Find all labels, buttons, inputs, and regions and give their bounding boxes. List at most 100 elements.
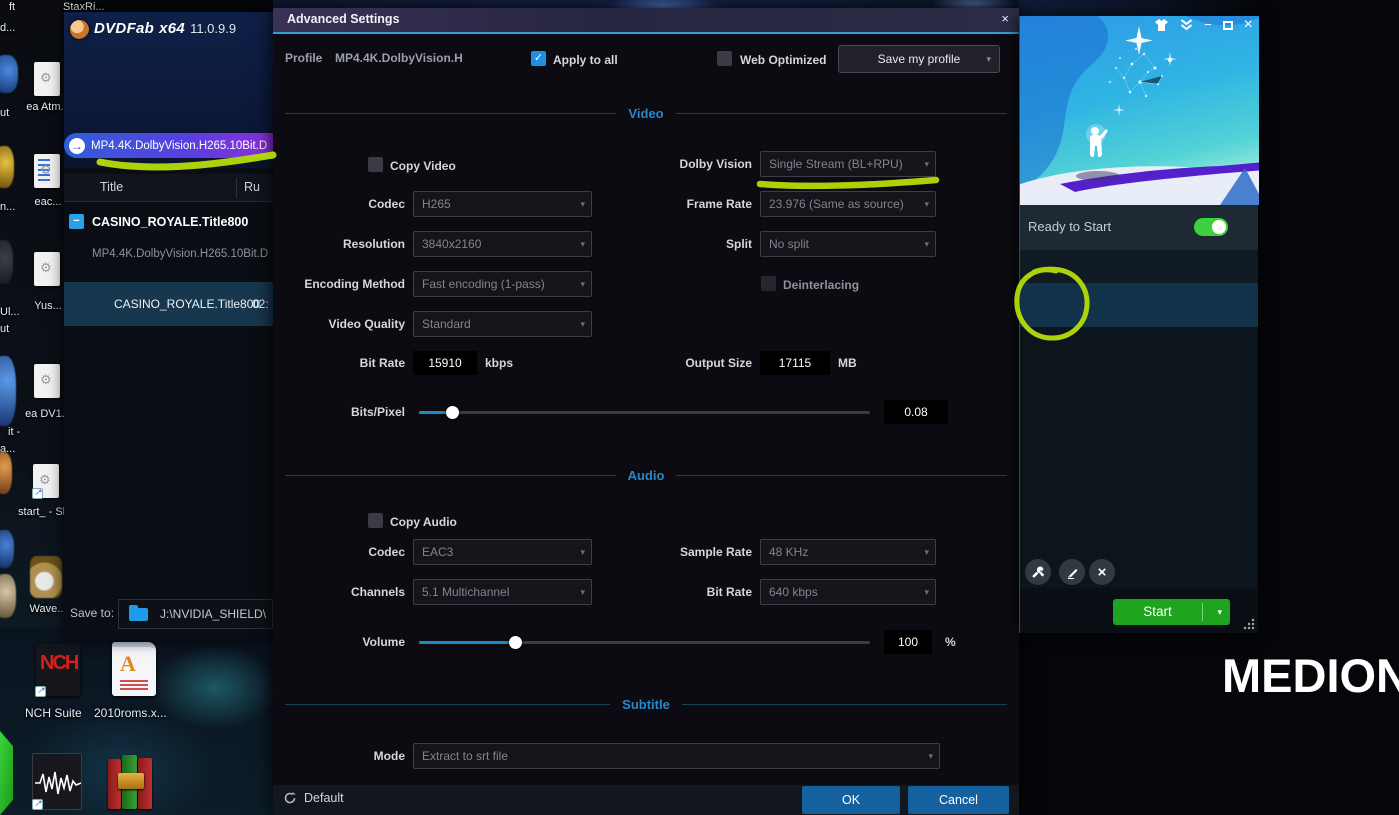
collapse-icon[interactable] xyxy=(1180,18,1193,32)
ok-button[interactable]: OK xyxy=(802,786,900,814)
medion-logo: MEDION xyxy=(1222,648,1399,703)
column-title[interactable]: Title xyxy=(100,180,123,194)
chevron-down-icon: ▾ xyxy=(928,744,933,768)
close-icon[interactable]: × xyxy=(1244,16,1253,36)
desktop-icon-label[interactable]: ut xyxy=(0,107,9,119)
desktop-icon-label[interactable]: n... xyxy=(0,201,15,213)
desktop-icon-label[interactable]: d... xyxy=(0,22,15,34)
desktop-icon-label[interactable]: 2010roms.x... xyxy=(94,706,167,720)
frame-rate-dropdown[interactable]: 23.976 (Same as source)▾ xyxy=(760,191,936,217)
column-runtime[interactable]: Ru xyxy=(244,180,260,194)
close-icon[interactable]: × xyxy=(1001,11,1009,26)
chevron-down-icon: ▾ xyxy=(924,152,929,176)
codec-dropdown[interactable]: H265▾ xyxy=(413,191,592,217)
folder-icon xyxy=(129,608,148,621)
edit-pencil-icon[interactable] xyxy=(1059,559,1085,585)
save-my-profile-button[interactable]: Save my profile ▾ xyxy=(838,45,1000,73)
title-group-row[interactable]: − CASINO_ROYALE.Title800 xyxy=(64,210,273,238)
sample-rate-dropdown[interactable]: 48 KHz▾ xyxy=(760,539,936,565)
desktop-icon[interactable] xyxy=(0,240,13,284)
copy-audio-checkbox[interactable] xyxy=(368,513,383,528)
desktop-icon[interactable] xyxy=(0,574,16,618)
web-optimized-checkbox[interactable] xyxy=(717,51,732,66)
bits-pixel-slider-thumb[interactable] xyxy=(446,406,459,419)
remove-x-icon[interactable]: × xyxy=(1089,559,1115,585)
app-arch: x64 xyxy=(159,20,185,37)
row-runtime: 02: xyxy=(252,297,269,311)
desktop-icon-sound-editor[interactable] xyxy=(32,753,82,810)
start-button[interactable]: Start ▾ xyxy=(1113,599,1230,625)
cancel-button[interactable]: Cancel xyxy=(908,786,1009,814)
desktop-icon-nch-suite[interactable]: NCH xyxy=(36,644,80,696)
desktop-icon-document[interactable] xyxy=(34,252,60,286)
group-title: CASINO_ROYALE.Title800 xyxy=(92,215,248,229)
desktop-icon[interactable] xyxy=(0,146,14,188)
volume-unit: % xyxy=(945,630,956,654)
volume-slider[interactable] xyxy=(419,641,870,644)
desktop-icon-label[interactable]: ft xyxy=(9,1,15,13)
volume-slider-thumb[interactable] xyxy=(509,636,522,649)
desktop-icon-label[interactable]: ut xyxy=(0,323,9,335)
enable-toggle[interactable] xyxy=(1194,218,1228,236)
desktop-icon[interactable] xyxy=(0,452,12,494)
desktop-icon[interactable] xyxy=(0,356,16,426)
output-size-input[interactable]: 17115 xyxy=(760,351,830,375)
audio-codec-dropdown[interactable]: EAC3▾ xyxy=(413,539,592,565)
subtitle-mode-label: Mode xyxy=(273,743,405,769)
dvdfab-monkey-icon xyxy=(70,20,89,39)
desktop-icon-shortcut[interactable] xyxy=(33,464,59,498)
ready-panel: Ready to Start xyxy=(1020,205,1258,250)
resolution-dropdown[interactable]: 3840x2160▾ xyxy=(413,231,592,257)
title-row-selected[interactable]: CASINO_ROYALE.Title800 02: xyxy=(64,282,273,326)
desktop-icon-wavepad[interactable] xyxy=(30,556,62,598)
save-to-selector[interactable]: J:\NVIDIA_SHIELD\ xyxy=(118,599,273,629)
channels-label: Channels xyxy=(273,579,405,605)
maximize-icon[interactable] xyxy=(1223,21,1233,30)
audio-bit-rate-dropdown[interactable]: 640 kbps▾ xyxy=(760,579,936,605)
subtitle-mode-dropdown[interactable]: Extract to srt file▾ xyxy=(413,743,940,769)
profile-label: Profile xyxy=(285,45,329,71)
desktop-icon-winrar[interactable] xyxy=(106,755,156,810)
title-actions-row[interactable]: × xyxy=(1020,283,1258,327)
bit-rate-label: Bit Rate xyxy=(273,351,405,375)
desktop-icon[interactable] xyxy=(0,55,18,93)
chevron-down-icon: ▾ xyxy=(924,540,929,564)
group-profile-label: MP4.4K.DolbyVision.H265.10Bit.D xyxy=(92,248,268,260)
theme-icon[interactable] xyxy=(1154,18,1169,32)
desktop-icon-document[interactable] xyxy=(34,154,60,188)
split-dropdown[interactable]: No split▾ xyxy=(760,231,936,257)
dvdfab-logo: DVDFab x64 11.0.9.9 xyxy=(70,20,236,39)
deinterlacing-checkbox[interactable] xyxy=(761,276,776,291)
minimize-icon[interactable]: − xyxy=(1204,16,1212,36)
chevron-down-icon: ▾ xyxy=(1217,599,1222,625)
profile-selector-button[interactable]: → MP4.4K.DolbyVision.H265.10Bit.D xyxy=(64,133,273,158)
subtitle-section-header: Subtitle xyxy=(285,697,1007,712)
bit-rate-input[interactable]: 15910 xyxy=(413,351,477,375)
desktop-icon-document[interactable] xyxy=(34,62,60,96)
advanced-settings-dialog: Advanced Settings × Profile MP4.4K.Dolby… xyxy=(273,8,1019,815)
bits-pixel-label: Bits/Pixel xyxy=(273,400,405,424)
desktop-icon-label[interactable]: it - xyxy=(8,426,20,438)
encoding-method-dropdown[interactable]: Fast encoding (1-pass)▾ xyxy=(413,271,592,297)
chevron-down-icon: ▾ xyxy=(580,272,585,296)
default-button[interactable]: Default xyxy=(283,791,344,805)
desktop-icon-2010roms[interactable]: A xyxy=(112,642,156,696)
dialog-titlebar[interactable]: Advanced Settings × xyxy=(273,8,1019,32)
desktop-icon-label[interactable]: NCH Suite xyxy=(25,706,82,720)
channels-dropdown[interactable]: 5.1 Multichannel▾ xyxy=(413,579,592,605)
bits-pixel-value[interactable]: 0.08 xyxy=(884,400,948,424)
resize-grip[interactable] xyxy=(1243,618,1255,630)
desktop-icon-document[interactable] xyxy=(34,364,60,398)
video-quality-label: Video Quality xyxy=(273,311,405,337)
video-quality-dropdown[interactable]: Standard▾ xyxy=(413,311,592,337)
settings-wrench-icon[interactable] xyxy=(1025,559,1051,585)
apply-to-all-checkbox[interactable]: ✓ xyxy=(531,51,546,66)
dolby-vision-dropdown[interactable]: Single Stream (BL+RPU)▾ xyxy=(760,151,936,177)
audio-codec-label: Codec xyxy=(273,539,405,565)
bits-pixel-slider[interactable] xyxy=(419,411,870,414)
chevron-down-icon: ▾ xyxy=(986,46,991,72)
group-checkbox[interactable]: − xyxy=(69,214,84,229)
codec-label: Codec xyxy=(273,191,405,217)
desktop-icon[interactable] xyxy=(0,530,14,568)
volume-value[interactable]: 100 xyxy=(884,630,932,654)
